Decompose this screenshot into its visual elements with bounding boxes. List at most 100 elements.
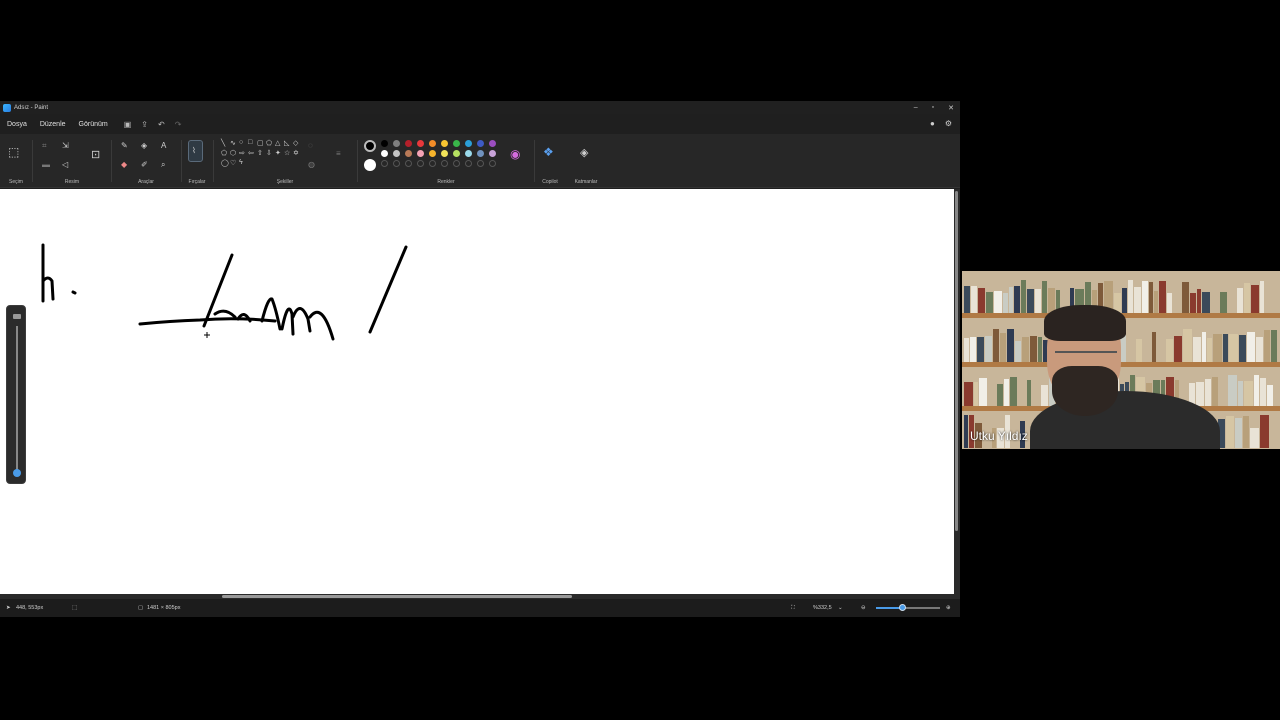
- drawing-canvas[interactable]: [0, 189, 954, 594]
- triangle-shape-icon[interactable]: △: [275, 139, 283, 147]
- menu-bar: Dosya Düzenle Görünüm ▣ ⇪ ↶ ↷ ● ⚙: [0, 114, 960, 134]
- custom-color-slot[interactable]: [417, 160, 424, 167]
- maximize-button[interactable]: ▫: [932, 104, 934, 111]
- zoom-out-icon[interactable]: ⊖: [861, 605, 866, 611]
- settings-icon[interactable]: ⚙: [945, 119, 952, 128]
- color-swatch[interactable]: [393, 150, 400, 157]
- color-swatch[interactable]: [441, 140, 448, 147]
- layers-icon[interactable]: ◈: [580, 148, 588, 159]
- custom-color-slot[interactable]: [429, 160, 436, 167]
- color-swatch[interactable]: [453, 140, 460, 147]
- eraser-icon[interactable]: ◆: [121, 161, 127, 169]
- color-picker-icon[interactable]: ✐: [141, 161, 148, 169]
- color-swatch[interactable]: [393, 140, 400, 147]
- pentagon-shape-icon[interactable]: ⬠: [221, 149, 229, 157]
- color-swatch[interactable]: [465, 150, 472, 157]
- zoom-level[interactable]: %332,5: [813, 605, 832, 611]
- lightning-shape-icon[interactable]: ϟ: [239, 159, 247, 167]
- undo-icon[interactable]: ↶: [158, 120, 165, 129]
- secondary-color[interactable]: [364, 159, 376, 171]
- zoom-slider[interactable]: [876, 604, 940, 611]
- zoom-slider-knob[interactable]: [898, 604, 906, 611]
- menu-file[interactable]: Dosya: [7, 121, 27, 128]
- star6-shape-icon[interactable]: ✡: [293, 149, 301, 157]
- fill-icon[interactable]: ◈: [141, 142, 147, 150]
- color-swatch[interactable]: [405, 150, 412, 157]
- star4-shape-icon[interactable]: ✦: [275, 149, 283, 157]
- heart-shape-icon[interactable]: ♡: [230, 159, 238, 167]
- vertical-scroll-thumb[interactable]: [955, 191, 958, 531]
- diamond-shape-icon[interactable]: ◇: [293, 139, 301, 147]
- oval-shape-icon[interactable]: ○: [239, 139, 247, 147]
- hexagon-shape-icon[interactable]: ⬡: [230, 149, 238, 157]
- magnifier-icon[interactable]: ⌕: [161, 161, 165, 169]
- background-remove-icon[interactable]: ⊡: [91, 150, 100, 161]
- color-swatch[interactable]: [477, 150, 484, 157]
- share-icon[interactable]: ⇪: [141, 120, 148, 129]
- custom-color-slot[interactable]: [465, 160, 472, 167]
- color-swatch[interactable]: [453, 150, 460, 157]
- menu-edit[interactable]: Düzenle: [40, 121, 66, 128]
- pencil-icon[interactable]: ✎: [121, 142, 128, 150]
- polygon-shape-icon[interactable]: ⬠: [266, 139, 274, 147]
- text-icon[interactable]: A: [161, 142, 166, 150]
- custom-color-slot[interactable]: [453, 160, 460, 167]
- custom-color-slot[interactable]: [405, 160, 412, 167]
- color-swatch[interactable]: [381, 150, 388, 157]
- fill-shape-icon[interactable]: ◍: [308, 161, 315, 169]
- color-swatch[interactable]: [417, 150, 424, 157]
- resize-icon[interactable]: ⇲: [62, 142, 69, 150]
- arrow-down-shape-icon[interactable]: ⇩: [266, 149, 274, 157]
- color-swatch[interactable]: [381, 140, 388, 147]
- arrow-left-shape-icon[interactable]: ⇦: [248, 149, 256, 157]
- color-swatch[interactable]: [465, 140, 472, 147]
- brush-size-slider[interactable]: [6, 305, 26, 484]
- star5-shape-icon[interactable]: ☆: [284, 149, 292, 157]
- color-swatch[interactable]: [477, 140, 484, 147]
- custom-color-slot[interactable]: [477, 160, 484, 167]
- color-swatch[interactable]: [429, 140, 436, 147]
- slider-knob[interactable]: [13, 469, 21, 477]
- zoom-dropdown-icon[interactable]: ⌄: [838, 605, 843, 611]
- custom-color-slot[interactable]: [489, 160, 496, 167]
- account-icon[interactable]: ●: [930, 119, 935, 128]
- brush-button[interactable]: ⌇: [188, 140, 203, 162]
- menu-view[interactable]: Görünüm: [79, 121, 108, 128]
- curve-shape-icon[interactable]: ∿: [230, 139, 238, 147]
- horizontal-scroll-thumb[interactable]: [222, 595, 572, 598]
- arrow-up-shape-icon[interactable]: ⇧: [257, 149, 265, 157]
- rounded-rectangle-shape-icon[interactable]: ▢: [257, 139, 265, 147]
- copilot-icon[interactable]: ❖: [543, 146, 554, 158]
- book: [964, 286, 970, 313]
- rotate-icon[interactable]: ◁: [62, 161, 68, 169]
- edit-colors-icon[interactable]: ◉: [510, 148, 520, 160]
- vertical-scrollbar[interactable]: [954, 189, 960, 594]
- right-triangle-shape-icon[interactable]: ◺: [284, 139, 292, 147]
- callout-shape-icon[interactable]: ◯: [221, 159, 229, 167]
- color-swatch[interactable]: [489, 150, 496, 157]
- select-rect-icon[interactable]: ⬚: [8, 146, 19, 158]
- fit-to-window-icon[interactable]: ⛶: [791, 605, 795, 612]
- color-swatch[interactable]: [441, 150, 448, 157]
- zoom-in-icon[interactable]: ⊕: [946, 605, 951, 611]
- close-button[interactable]: ✕: [948, 104, 954, 112]
- color-swatch[interactable]: [417, 140, 424, 147]
- color-swatch[interactable]: [405, 140, 412, 147]
- arrow-right-shape-icon[interactable]: ⇨: [239, 149, 247, 157]
- image-icon[interactable]: ▬: [42, 161, 50, 169]
- size-icon[interactable]: ≡: [336, 150, 341, 158]
- outline-icon[interactable]: ◌: [308, 142, 313, 150]
- redo-icon[interactable]: ↷: [175, 120, 182, 129]
- color-swatch[interactable]: [429, 150, 436, 157]
- save-icon[interactable]: ▣: [124, 120, 132, 129]
- custom-color-slot[interactable]: [441, 160, 448, 167]
- bookshelf-shelf: [962, 362, 1280, 367]
- crop-icon[interactable]: ⌗: [42, 142, 47, 150]
- color-swatch[interactable]: [489, 140, 496, 147]
- minimize-button[interactable]: –: [914, 104, 918, 111]
- custom-color-slot[interactable]: [381, 160, 388, 167]
- line-shape-icon[interactable]: ╲: [221, 139, 229, 147]
- custom-color-slot[interactable]: [393, 160, 400, 167]
- rectangle-shape-icon[interactable]: □: [248, 139, 256, 147]
- primary-color[interactable]: [364, 140, 376, 152]
